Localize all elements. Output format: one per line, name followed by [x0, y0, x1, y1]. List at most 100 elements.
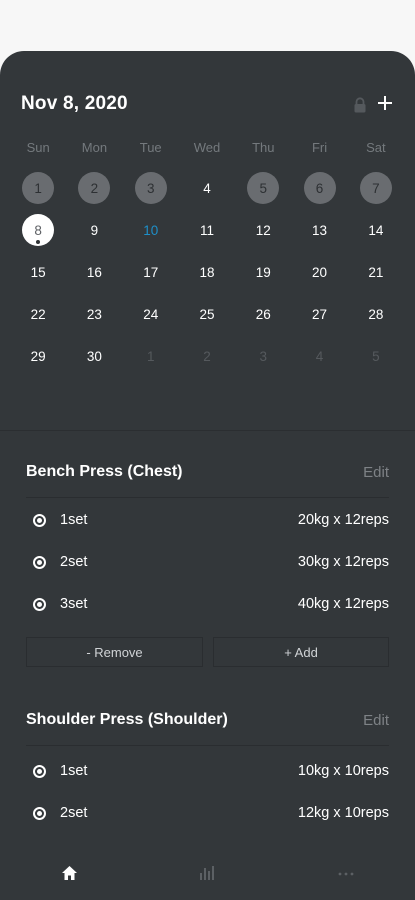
calendar-day[interactable]: 14 — [348, 209, 404, 251]
calendar-day-number: 18 — [199, 264, 215, 280]
calendar-day-number: 20 — [312, 264, 328, 280]
calendar-day-number: 13 — [312, 222, 328, 238]
calendar-day[interactable]: 17 — [123, 251, 179, 293]
set-row[interactable]: 2set 30kg x 12reps — [26, 552, 389, 574]
calendar-divider — [0, 430, 415, 431]
calendar-day[interactable]: 9 — [66, 209, 122, 251]
set-row[interactable]: 1set 20kg x 12reps — [26, 510, 389, 532]
radio-selected-icon[interactable] — [33, 598, 46, 611]
calendar-day[interactable]: 10 — [123, 209, 179, 251]
exercise-divider — [26, 497, 389, 498]
exercise-title: Shoulder Press (Shoulder) — [26, 711, 228, 728]
weekday-label: Tue — [139, 140, 162, 155]
tab-stats[interactable] — [138, 849, 276, 900]
set-row[interactable]: 2set 12kg x 10reps — [26, 803, 389, 825]
exercise-header: Bench Press (Chest) Edit — [26, 463, 389, 487]
calendar-day[interactable]: 30 — [66, 335, 122, 377]
calendar-week: 29 30 1 2 3 4 5 — [10, 335, 404, 377]
calendar-day[interactable]: 1 — [10, 167, 66, 209]
edit-button[interactable]: Edit — [363, 464, 389, 481]
calendar-day-number: 14 — [368, 222, 384, 238]
calendar-day-number: 22 — [30, 306, 46, 322]
calendar-day[interactable]: 2 — [179, 335, 235, 377]
radio-selected-icon[interactable] — [33, 514, 46, 527]
set-row[interactable]: 3set 40kg x 12reps — [26, 594, 389, 616]
calendar-day[interactable]: 19 — [235, 251, 291, 293]
radio-selected-icon[interactable] — [33, 765, 46, 778]
calendar-day[interactable]: 3 — [123, 167, 179, 209]
calendar-day-number: 26 — [255, 306, 271, 322]
calendar-day[interactable]: 24 — [123, 293, 179, 335]
radio-selected-icon[interactable] — [33, 556, 46, 569]
calendar-day[interactable]: 5 — [235, 167, 291, 209]
calendar-day[interactable]: 15 — [10, 251, 66, 293]
calendar-day[interactable]: 18 — [179, 251, 235, 293]
calendar-day-number: 1 — [22, 172, 55, 204]
set-value: 40kg x 12reps — [297, 596, 389, 612]
calendar-week: 15 16 17 18 19 20 21 — [10, 251, 404, 293]
calendar-day[interactable]: 22 — [10, 293, 66, 335]
calendar-day-number: 12 — [255, 222, 271, 238]
lock-icon[interactable] — [353, 97, 367, 113]
calendar-day[interactable]: 4 — [291, 335, 347, 377]
calendar-day[interactable]: 25 — [179, 293, 235, 335]
calendar-day-number: 9 — [90, 222, 99, 238]
calendar-day-number: 19 — [255, 264, 271, 280]
calendar-week: 22 23 24 25 26 27 28 — [10, 293, 404, 335]
calendar-title: Nov 8, 2020 — [21, 93, 128, 114]
calendar-day-number: 4 — [203, 180, 211, 196]
calendar-week: 123 4 567 — [10, 167, 404, 209]
remove-set-button[interactable]: - Remove — [26, 637, 203, 667]
add-set-button[interactable]: + Add — [213, 637, 389, 667]
calendar-day[interactable]: 1 — [123, 335, 179, 377]
exercise-title: Bench Press (Chest) — [26, 463, 183, 480]
app-screen: Nov 8, 2020 Sun Mon Tue Wed Thu Fri Sat … — [0, 51, 415, 900]
set-label: 2set — [60, 805, 88, 821]
calendar-week: 8 9 10 11 12 13 14 — [10, 209, 404, 251]
calendar-day[interactable]: 20 — [291, 251, 347, 293]
set-label: 1set — [60, 512, 88, 528]
chart-icon — [200, 866, 214, 880]
plus-icon[interactable] — [377, 95, 393, 111]
calendar-day[interactable]: 27 — [291, 293, 347, 335]
exercise-header: Shoulder Press (Shoulder) Edit — [26, 711, 389, 735]
calendar-day[interactable]: 13 — [291, 209, 347, 251]
calendar-day[interactable]: 6 — [291, 167, 347, 209]
calendar-day-number: 10 — [143, 222, 159, 238]
exercise-card: Bench Press (Chest) Edit 1set 20kg x 12r… — [26, 463, 389, 673]
weekday-label: Wed — [193, 140, 221, 155]
calendar-day[interactable]: 12 — [235, 209, 291, 251]
set-value: 30kg x 12reps — [297, 554, 389, 570]
radio-selected-icon[interactable] — [33, 807, 46, 820]
calendar-day[interactable]: 7 — [348, 167, 404, 209]
exercise-card: Shoulder Press (Shoulder) Edit 1set 10kg… — [26, 711, 389, 851]
tab-more[interactable] — [277, 849, 415, 900]
weekday-label: Fri — [311, 140, 328, 155]
calendar-day[interactable]: 8 — [10, 209, 66, 251]
calendar-day[interactable]: 16 — [66, 251, 122, 293]
calendar-day-number: 6 — [303, 172, 336, 204]
calendar-day[interactable]: 3 — [235, 335, 291, 377]
calendar-day-number: 4 — [315, 348, 324, 364]
tab-home[interactable] — [0, 849, 138, 900]
weekday-label: Sat — [366, 140, 386, 155]
calendar-day[interactable]: 28 — [348, 293, 404, 335]
calendar-day[interactable]: 26 — [235, 293, 291, 335]
set-label: 3set — [60, 596, 88, 612]
weekday-row: Sun Mon Tue Wed Thu Fri Sat — [10, 140, 404, 158]
calendar-day[interactable]: 11 — [179, 209, 235, 251]
calendar-header: Nov 8, 2020 — [21, 91, 393, 119]
edit-button[interactable]: Edit — [363, 712, 389, 729]
set-value: 12kg x 10reps — [297, 805, 389, 821]
set-row[interactable]: 1set 10kg x 10reps — [26, 761, 389, 783]
calendar-day[interactable]: 5 — [348, 335, 404, 377]
weekday-label: Sun — [26, 140, 50, 155]
calendar-day-number: 27 — [312, 306, 328, 322]
calendar-day[interactable]: 2 — [66, 167, 122, 209]
calendar-day-number: 7 — [359, 172, 392, 204]
calendar-day[interactable]: 4 — [179, 167, 235, 209]
calendar-day[interactable]: 29 — [10, 335, 66, 377]
calendar-day[interactable]: 21 — [348, 251, 404, 293]
calendar-day[interactable]: 23 — [66, 293, 122, 335]
calendar-day-number: 17 — [143, 264, 159, 280]
